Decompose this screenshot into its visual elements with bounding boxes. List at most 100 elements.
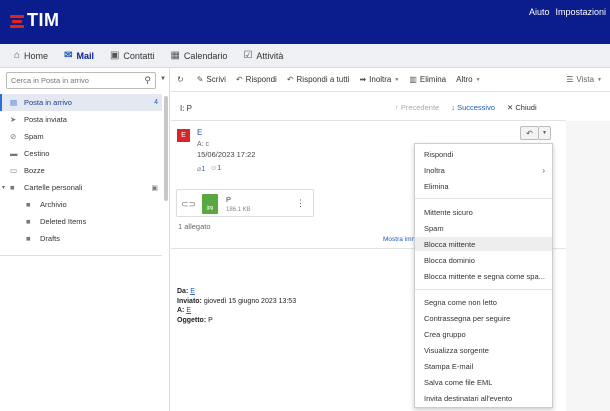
send-icon: ➤ xyxy=(10,115,17,124)
reply-button[interactable]: ↶ Rispondi xyxy=(236,75,277,84)
attachment-badge-count: 1 xyxy=(201,166,206,173)
menu-item-spam[interactable]: Spam xyxy=(415,221,552,235)
menu-item-invite-event[interactable]: Invita destinatari all'evento xyxy=(415,391,552,405)
quick-reply-button[interactable]: ↶ xyxy=(520,126,539,140)
menu-item-reply[interactable]: Rispondi xyxy=(415,147,552,161)
search-icon[interactable]: ⚲ xyxy=(144,75,151,86)
folder-trash[interactable]: ▬ Cestino xyxy=(0,145,162,162)
from-value[interactable]: E xyxy=(190,288,195,295)
menu-item-view-source[interactable]: Visualizza sorgente xyxy=(415,343,552,357)
refresh-icon: ↻ xyxy=(177,75,184,84)
folder-personal[interactable]: ▾ ■ Cartelle personali ▣ xyxy=(0,179,162,196)
menu-item-block-domain[interactable]: Blocca dominio xyxy=(415,253,552,267)
more-vertical-icon[interactable]: ⋮ xyxy=(296,198,305,209)
message-context-menu: Rispondi Inoltra › Elimina Mittente sicur… xyxy=(414,143,553,408)
folder-label: Posta inviata xyxy=(24,115,67,124)
attachment-count: 1 allegato xyxy=(178,222,211,231)
chevron-right-icon: › xyxy=(542,165,545,175)
tab-calendar[interactable]: ▦ Calendario xyxy=(170,50,227,61)
main-nav: ⌂ Home ✉ Mail ▣ Contatti ▦ Calendario ☑ … xyxy=(0,44,610,68)
menu-separator xyxy=(415,289,552,290)
folder-archive[interactable]: ■ Archivio xyxy=(0,196,162,213)
folder-deleted-items[interactable]: ■ Deleted Items xyxy=(0,213,162,230)
quoted-subject: Oggetto: P xyxy=(177,316,296,326)
folder-spam[interactable]: ⊘ Spam xyxy=(0,128,162,145)
tab-home[interactable]: ⌂ Home xyxy=(14,50,48,61)
message-navigation: ↑ Precedente ↓ Successivo ✕ Chiudi xyxy=(395,103,537,112)
close-button[interactable]: ✕ Chiudi xyxy=(507,103,537,112)
sender-name[interactable]: E xyxy=(197,128,202,137)
reply-all-icon: ↶ xyxy=(286,75,294,84)
message-badges: ⌀1 ☺1 xyxy=(197,165,221,173)
compose-button[interactable]: ✎ Scrivi xyxy=(197,75,226,84)
show-images-link[interactable]: Mostra imm xyxy=(383,236,417,243)
more-actions-dropdown[interactable]: ▼ xyxy=(539,126,551,140)
menu-item-mark-unread[interactable]: Segna come non letto xyxy=(415,295,552,309)
folder-icon: ■ xyxy=(26,217,31,226)
menu-item-create-group[interactable]: Crea gruppo xyxy=(415,327,552,341)
forward-button[interactable]: ➡ Inoltra ▼ xyxy=(359,75,399,84)
to-label: A: xyxy=(177,307,185,314)
subject-label: Oggetto: xyxy=(177,316,207,324)
help-link[interactable]: Aiuto xyxy=(529,7,550,17)
forward-label: Inoltra xyxy=(369,75,392,84)
search-options-chevron-down-icon[interactable]: ▼ xyxy=(160,76,166,82)
delete-button[interactable]: ▥ Elimina xyxy=(409,75,446,84)
panel-divider xyxy=(0,255,162,256)
folder-scrollbar[interactable] xyxy=(164,96,168,201)
folder-label: Spam xyxy=(24,132,44,141)
menu-item-forward[interactable]: Inoltra › xyxy=(415,163,552,177)
previous-button[interactable]: ↑ Precedente xyxy=(395,103,439,112)
people-badge[interactable]: ☺1 xyxy=(210,165,221,173)
menu-item-save-eml[interactable]: Salva come file EML xyxy=(415,375,552,389)
folder-sent[interactable]: ➤ Posta inviata xyxy=(0,111,162,128)
reply-icon: ↶ xyxy=(235,75,243,84)
tab-contacts[interactable]: ▣ Contatti xyxy=(110,50,154,61)
subject-value: P xyxy=(208,316,213,324)
settings-link[interactable]: Impostazioni xyxy=(555,7,606,17)
sender-avatar: E xyxy=(177,129,190,142)
menu-item-block-sender[interactable]: Blocca mittente xyxy=(415,237,552,251)
paperclip-icon: ⊂⊃ xyxy=(181,199,197,209)
folder-inbox[interactable]: ▤ Posta in arrivo 4 xyxy=(0,94,162,111)
refresh-button[interactable]: ↻ xyxy=(177,75,187,84)
folder-drafts-sub[interactable]: ■ Drafts xyxy=(0,230,162,247)
folder-icon: ■ xyxy=(10,183,15,192)
message-subject: I: P xyxy=(180,104,193,113)
compose-icon: ✎ xyxy=(196,75,204,84)
top-links: Aiuto Impostazioni xyxy=(529,7,606,17)
close-label: Chiudi xyxy=(515,103,537,112)
header-divider xyxy=(171,120,566,121)
tasks-icon: ☑ xyxy=(243,50,253,61)
folder-drafts[interactable]: ▭ Bozze xyxy=(0,162,162,179)
more-button[interactable]: Altro ▼ xyxy=(456,75,480,84)
folder-label: Deleted Items xyxy=(40,217,87,226)
compose-label: Scrivi xyxy=(206,75,226,84)
attachment-card[interactable]: ⊂⊃ jpg P 186.1 KB ⋮ xyxy=(176,189,314,217)
mail-toolbar: ↻ ✎ Scrivi ↶ Rispondi ↶ Rispondi a tutti ➡ I… xyxy=(171,68,610,92)
folder-label: Drafts xyxy=(40,234,61,243)
chevron-down-icon: ▼ xyxy=(597,76,602,83)
menu-item-print[interactable]: Stampa E-mail xyxy=(415,359,552,373)
search-input[interactable] xyxy=(7,73,137,88)
tab-mail[interactable]: ✉ Mail xyxy=(64,50,94,61)
reply-label: Rispondi xyxy=(245,75,277,84)
attachment-badge[interactable]: ⌀1 xyxy=(197,165,205,173)
menu-item-safe-sender[interactable]: Mittente sicuro xyxy=(415,205,552,219)
menu-item-delete[interactable]: Elimina xyxy=(415,179,552,193)
brand-name: TIM xyxy=(27,10,60,30)
collapse-chevron-icon[interactable]: ▾ xyxy=(2,184,5,191)
reply-all-button[interactable]: ↶ Rispondi a tutti xyxy=(287,75,350,84)
next-button[interactable]: ↓ Successivo xyxy=(451,103,495,112)
view-button[interactable]: ☰ Vista ▼ xyxy=(566,75,602,84)
menu-item-flag[interactable]: Contrassegna per seguire xyxy=(415,311,552,325)
quoted-from: Da: E xyxy=(177,287,296,297)
quoted-sent: Inviato: giovedì 15 giugno 2023 13:53 xyxy=(177,297,296,307)
shared-folder-icon[interactable]: ▣ xyxy=(151,184,158,192)
tim-logo[interactable]: TIM xyxy=(10,10,60,31)
inbox-icon: ▤ xyxy=(10,98,18,107)
menu-item-block-and-spam[interactable]: Blocca mittente e segna come spa... xyxy=(415,269,552,283)
to-value[interactable]: E xyxy=(186,307,191,314)
folder-label: Cartelle personali xyxy=(24,183,83,192)
tab-tasks[interactable]: ☑ Attività xyxy=(243,50,283,61)
